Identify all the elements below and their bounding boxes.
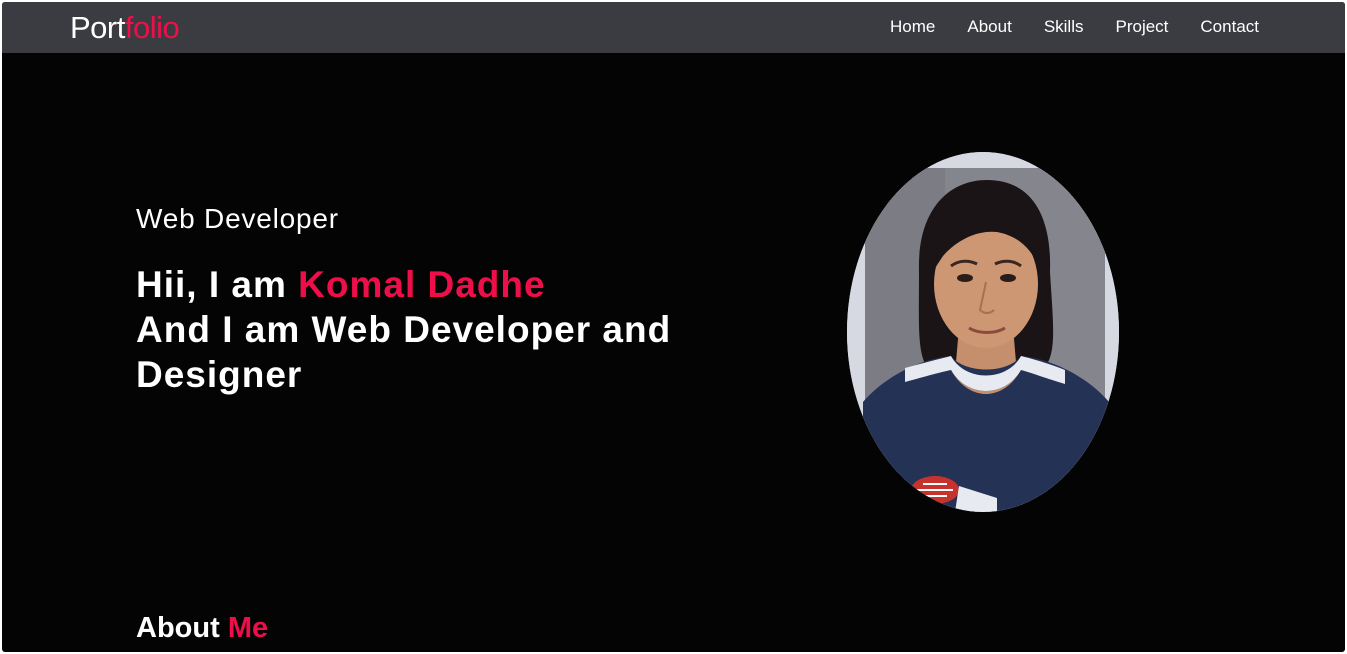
about-heading-main: About [136,612,228,644]
nav-link-about[interactable]: About [967,16,1011,38]
hero-tagline: And I am Web Developer and Designer [136,309,672,395]
hero-name: Komal Dadhe [298,264,546,305]
profile-photo-illustration [847,152,1119,512]
about-heading-accent: Me [227,612,269,644]
logo-accent: folio [124,10,180,45]
navbar: Portfolio Home About Skills Project Cont… [2,2,1345,53]
logo-main: Port [70,10,125,45]
about-heading: About Me [136,610,268,646]
page-frame: Portfolio Home About Skills Project Cont… [2,2,1345,652]
hero-subtitle: Web Developer [136,203,339,234]
nav-link-contact[interactable]: Contact [1200,16,1259,38]
nav-links: Home About Skills Project Contact [890,16,1259,38]
nav-link-project[interactable]: Project [1115,16,1168,38]
nav-link-skills[interactable]: Skills [1044,16,1084,38]
hero-greeting: Hii, I am [136,264,299,305]
profile-photo [847,152,1119,512]
nav-link-home[interactable]: Home [890,16,935,38]
logo[interactable]: Portfolio [70,10,180,46]
hero-title: Hii, I am Komal Dadhe And I am Web Develo… [136,262,776,397]
